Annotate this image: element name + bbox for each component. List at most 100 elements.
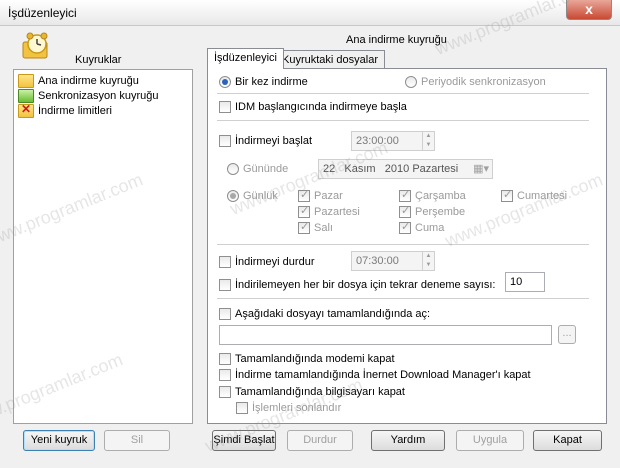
periodic-radio[interactable]: [405, 76, 417, 88]
queue-group-title: Ana indirme kuyruğu: [346, 34, 447, 46]
shutdown-checkbox[interactable]: [219, 386, 231, 398]
start-on-idm-option[interactable]: IDM başlangıcında indirmeye başla: [219, 101, 407, 113]
queue-item-label: Senkronizasyon kuyruğu: [38, 89, 159, 102]
hangup-modem-checkbox[interactable]: [219, 353, 231, 365]
start-time-field[interactable]: 23:00:00: [351, 131, 423, 151]
retry-checkbox[interactable]: [219, 279, 231, 291]
delete-queue-button[interactable]: Sil: [104, 430, 170, 451]
force-processes-option[interactable]: İşlemleri sonlandır: [236, 402, 341, 414]
shutdown-option[interactable]: Tamamlandığında bilgisayarı kapat: [219, 386, 405, 398]
stop-download-checkbox[interactable]: [219, 256, 231, 268]
on-day-radio-label: Gününde: [243, 163, 289, 175]
open-file-checkbox[interactable]: [219, 308, 231, 320]
on-day-radio[interactable]: [227, 163, 239, 175]
day-label: Pazartesi: [314, 206, 360, 218]
start-download-label: İndirmeyi başlat: [235, 135, 313, 147]
queue-list[interactable]: Ana indirme kuyruğu Senkronizasyon kuyru…: [13, 69, 193, 424]
day-saturday[interactable]: Cumartesi: [501, 188, 568, 202]
apply-button[interactable]: Uygula: [456, 430, 524, 451]
day-checkbox[interactable]: [298, 204, 310, 218]
stop-button[interactable]: Durdur: [287, 430, 353, 451]
day-sunday[interactable]: Pazar: [298, 188, 343, 202]
day-checkbox[interactable]: [298, 220, 310, 234]
open-file-path-input[interactable]: [219, 325, 552, 345]
new-queue-button[interactable]: Yeni kuyruk: [23, 430, 95, 451]
day-checkbox[interactable]: [399, 220, 411, 234]
day-tuesday[interactable]: Salı: [298, 220, 333, 234]
exit-idm-label: İndirme tamamlandığında İnernet Download…: [235, 369, 531, 381]
day-thursday[interactable]: Perşembe: [399, 204, 466, 218]
shutdown-label: Tamamlandığında bilgisayarı kapat: [235, 386, 405, 398]
help-button[interactable]: Yardım: [371, 430, 445, 451]
divider: [217, 298, 589, 299]
day-checkbox[interactable]: [298, 188, 310, 202]
day-checkbox[interactable]: [501, 188, 513, 202]
daily-radio[interactable]: [227, 190, 239, 202]
start-on-idm-checkbox[interactable]: [219, 101, 231, 113]
queue-item-sync[interactable]: Senkronizasyon kuyruğu: [18, 88, 158, 103]
stop-download-option[interactable]: İndirmeyi durdur: [219, 256, 314, 268]
tab-queued-files[interactable]: Kuyruktaki dosyalar: [275, 50, 385, 69]
queues-heading: Kuyruklar: [75, 54, 122, 66]
day-checkbox[interactable]: [399, 204, 411, 218]
date-picker[interactable]: 22 Kasım 2010 Pazartesi ▦▾: [318, 159, 493, 179]
tab-scheduler[interactable]: İşdüzenleyici: [207, 48, 284, 69]
day-checkbox[interactable]: [399, 188, 411, 202]
green-folder-icon: [18, 88, 34, 103]
day-friday[interactable]: Cuma: [399, 220, 445, 234]
once-download-option[interactable]: Bir kez indirme: [219, 76, 308, 88]
day-label: Perşembe: [415, 206, 466, 218]
retry-label: İndirilemeyen her bir dosya için tekrar …: [235, 279, 496, 291]
scheduler-clock-icon: [22, 32, 48, 59]
browse-button[interactable]: ...: [558, 325, 576, 344]
stop-time-field[interactable]: 07:30:00: [351, 251, 423, 271]
day-monday[interactable]: Pazartesi: [298, 204, 360, 218]
queue-item-label: Ana indirme kuyruğu: [38, 74, 139, 87]
force-processes-checkbox[interactable]: [236, 402, 248, 414]
day-label: Çarşamba: [415, 190, 466, 202]
date-month: Kasım: [344, 163, 376, 175]
stop-time-spinner[interactable]: ▲ ▼: [422, 251, 435, 271]
once-radio-label: Bir kez indirme: [235, 76, 308, 88]
divider: [217, 120, 589, 121]
retry-count-field[interactable]: 10: [505, 272, 545, 292]
day-label: Cumartesi: [517, 190, 568, 202]
date-weekday: Pazartesi: [412, 163, 459, 175]
queue-item-main[interactable]: Ana indirme kuyruğu: [18, 73, 139, 88]
periodic-radio-label: Periyodik senkronizasyon: [421, 76, 546, 88]
folder-icon: [18, 73, 34, 88]
limit-folder-icon: [18, 102, 34, 118]
queue-item-label: İndirme limitleri: [38, 104, 112, 117]
start-now-button[interactable]: Şimdi Başlat: [212, 430, 276, 451]
start-time-spinner[interactable]: ▲ ▼: [422, 131, 435, 151]
daily-option[interactable]: Günlük: [227, 190, 278, 202]
date-year: 2010: [384, 163, 410, 175]
divider: [217, 244, 589, 245]
once-radio[interactable]: [219, 76, 231, 88]
day-wednesday[interactable]: Çarşamba: [399, 188, 466, 202]
periodic-sync-option[interactable]: Periyodik senkronizasyon: [405, 76, 546, 88]
date-day: 22: [323, 163, 336, 175]
exit-idm-option[interactable]: İndirme tamamlandığında İnernet Download…: [219, 369, 531, 381]
day-label: Salı: [314, 222, 333, 234]
open-file-label: Aşağıdaki dosyayı tamamlandığında aç:: [235, 308, 431, 320]
day-label: Pazar: [314, 190, 343, 202]
window-title: İşdüzenleyici: [8, 6, 77, 20]
title-bar: [0, 0, 620, 26]
start-download-checkbox[interactable]: [219, 135, 231, 147]
divider: [217, 93, 589, 94]
start-on-idm-label: IDM başlangıcında indirmeye başla: [235, 101, 407, 113]
close-button[interactable]: Kapat: [533, 430, 602, 451]
retry-option[interactable]: İndirilemeyen her bir dosya için tekrar …: [219, 279, 495, 291]
queue-item-limits[interactable]: İndirme limitleri: [18, 102, 112, 118]
daily-radio-label: Günlük: [243, 190, 278, 202]
exit-idm-checkbox[interactable]: [219, 369, 231, 381]
start-download-option[interactable]: İndirmeyi başlat: [219, 135, 312, 147]
hangup-modem-option[interactable]: Tamamlandığında modemi kapat: [219, 353, 395, 365]
calendar-dropdown-icon: ▦▾: [473, 163, 489, 175]
close-window-button[interactable]: x: [566, 0, 612, 20]
on-day-option[interactable]: Gününde: [227, 163, 288, 175]
open-file-option[interactable]: Aşağıdaki dosyayı tamamlandığında aç:: [219, 308, 430, 320]
force-processes-label: İşlemleri sonlandır: [252, 402, 342, 414]
day-label: Cuma: [415, 222, 445, 234]
